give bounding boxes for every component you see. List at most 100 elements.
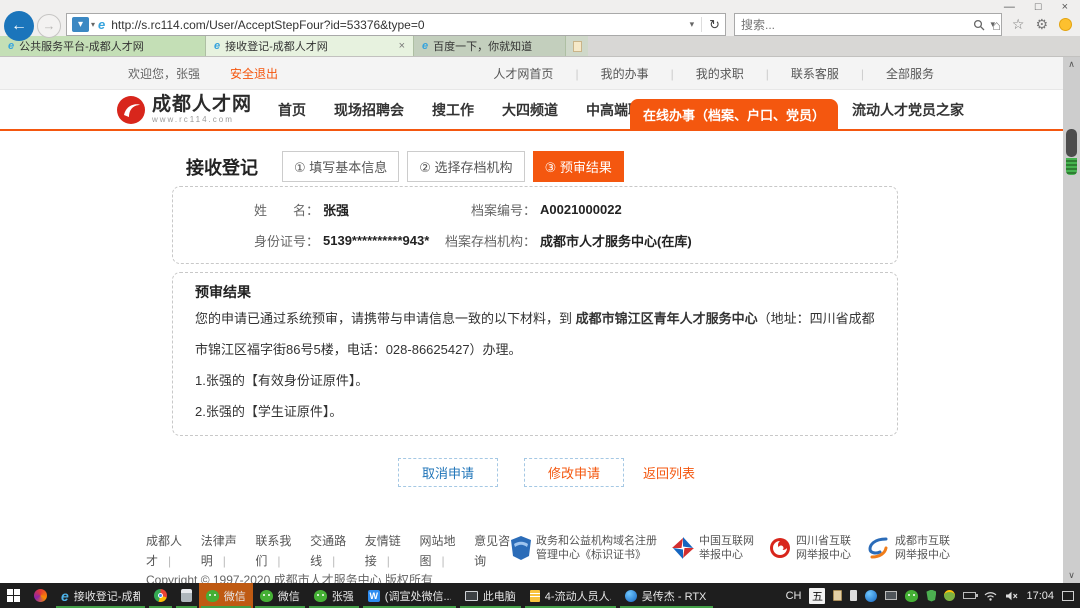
page-scrollbar[interactable]: ∧ ∨ (1063, 57, 1080, 583)
calculator-icon (181, 589, 192, 602)
nav-home[interactable]: 首页 (264, 100, 320, 120)
minimize-icon[interactable]: — (1004, 1, 1015, 13)
tray-display-icon[interactable] (885, 591, 897, 600)
tab-accept-register-active[interactable]: e 接收登记-成都人才网 × (206, 36, 414, 56)
tray-battery-icon[interactable] (963, 592, 976, 599)
language-indicator[interactable]: CH (786, 590, 802, 602)
system-tray: CH 五 17:04 (786, 583, 1080, 608)
footer-link-friends[interactable]: 友情链接 (365, 531, 420, 571)
link-all-services[interactable]: 全部服务 (875, 65, 945, 82)
nav-senior-channel[interactable]: 大四频道 (488, 100, 572, 120)
close-icon[interactable]: × (1062, 1, 1068, 13)
back-to-list-link[interactable]: 返回列表 (643, 463, 695, 482)
footer-link-sitemap[interactable]: 网站地图 (419, 531, 474, 571)
taskbar-app-wechat-zhangqiang[interactable]: 张强 (307, 583, 361, 608)
url-input[interactable] (111, 18, 689, 32)
forward-button[interactable]: → (37, 14, 61, 38)
badge-sichuan-report-center[interactable]: 四川省互联网举报中心 (769, 534, 851, 562)
tab-strip: e 公共服务平台-成都人才网 e 接收登记-成都人才网 × e 百度一下，你就知… (0, 36, 1080, 57)
cancel-application-button[interactable]: 取消申请 (398, 458, 498, 487)
taskbar-app-rtx[interactable]: 吴传杰 - RTX ... (618, 583, 715, 608)
tray-wechat-icon[interactable] (905, 590, 918, 602)
taskbar-app-ie[interactable]: e 接收登记-成都... (54, 583, 147, 608)
tray-antivirus-icon[interactable] (944, 590, 955, 601)
word-doc-icon: W (368, 590, 380, 602)
address-bar[interactable]: ▾ ▾ e ▾ ↻ (66, 13, 726, 36)
maximize-icon[interactable]: □ (1035, 1, 1042, 13)
taskbar-app-calculator[interactable] (174, 583, 199, 608)
clock[interactable]: 17:04 (1026, 590, 1054, 602)
swirl-app-icon (34, 589, 47, 602)
chengdu-report-icon (866, 537, 890, 559)
tray-wifi-icon[interactable] (984, 591, 997, 601)
taskbar-app-this-pc[interactable]: 此电脑 (458, 583, 523, 608)
action-center-icon[interactable] (1062, 591, 1074, 601)
link-my-affairs[interactable]: 我的办事 (590, 65, 685, 82)
logout-link[interactable]: 安全退出 (230, 65, 278, 82)
taskbar-app-chrome[interactable] (147, 583, 174, 608)
modify-application-button[interactable]: 修改申请 (524, 458, 624, 487)
online-services-tab[interactable]: 在线办事（档案、户口、党员） (630, 99, 838, 129)
badge-gov-domain[interactable]: 政务和公益机构域名注册管理中心《标识证书》 (511, 534, 657, 562)
tray-security-shield-icon[interactable] (926, 590, 936, 602)
taskbar-app-swirl[interactable] (27, 583, 54, 608)
tray-app-sphere-icon[interactable] (865, 590, 877, 602)
nav-search-job[interactable]: 搜工作 (418, 100, 488, 120)
back-button[interactable]: ← (4, 11, 34, 41)
action-buttons: 取消申请 修改申请 返回列表 (0, 458, 1080, 487)
taskbar-app-wechat-2[interactable]: 微信 (253, 583, 307, 608)
id-number-value: 5139**********943* (323, 233, 429, 248)
scroll-down-icon[interactable]: ∨ (1063, 568, 1080, 583)
settings-gear-icon[interactable]: ⚙ (1035, 16, 1048, 33)
footer-link-feedback[interactable]: 意见咨询 (474, 531, 511, 571)
site-logo[interactable]: 成都人才网 www.rc114.com (116, 95, 252, 125)
link-my-jobs[interactable]: 我的求职 (685, 65, 780, 82)
wechat-icon (314, 590, 327, 602)
tray-clipboard-icon[interactable] (833, 590, 842, 601)
party-home-link[interactable]: 流动人才党员之家 (852, 100, 964, 120)
search-box[interactable]: ▾ (734, 13, 1002, 36)
tray-volume-muted-icon[interactable] (1005, 591, 1018, 601)
material-item-1: 1.张强的【有效身份证原件】。 (195, 365, 875, 396)
badge-chengdu-report-center[interactable]: 成都市互联网举报中心 (866, 534, 950, 562)
logo-title: 成都人才网 (152, 95, 252, 114)
address-dropdown-icon[interactable]: ▾ (690, 19, 695, 30)
new-tab-button[interactable] (566, 36, 588, 56)
footer-link-talent[interactable]: 成都人才 (146, 531, 201, 571)
scrollbar-thumb[interactable] (1066, 129, 1077, 157)
steps-row: 接收登记 ① 填写基本信息 ② 选择存档机构 ③ 预审结果 (186, 153, 1080, 180)
step-1-basic-info: ① 填写基本信息 (282, 151, 399, 182)
tab-close-icon[interactable]: × (399, 40, 405, 52)
footer-link-traffic[interactable]: 交通路线 (310, 531, 365, 571)
taskbar-app-wechat-active[interactable]: 微信 (199, 583, 253, 608)
badge-china-report-center[interactable]: 中国互联网举报中心 (672, 534, 754, 562)
search-input[interactable] (741, 18, 973, 32)
site-header: 成都人才网 www.rc114.com 首页 现场招聘会 搜工作 大四频道 中高… (0, 90, 1080, 131)
site-action-icon[interactable]: ▾ (72, 17, 89, 32)
start-button[interactable] (0, 583, 27, 608)
nav-job-fair[interactable]: 现场招聘会 (320, 100, 418, 120)
search-icon[interactable] (973, 19, 985, 31)
tab-title: 公共服务平台-成都人才网 (19, 38, 144, 54)
footer-link-legal[interactable]: 法律声明 (201, 531, 256, 571)
home-icon[interactable]: ⌂ (992, 17, 1000, 33)
link-home[interactable]: 人才网首页 (482, 65, 589, 82)
footer-link-contact[interactable]: 联系我们 (255, 531, 310, 571)
scroll-up-icon[interactable]: ∧ (1063, 57, 1080, 72)
archive-org-value: 成都市人才服务中心(在库) (540, 231, 692, 250)
result-title: 预审结果 (195, 281, 875, 303)
ime-indicator[interactable]: 五 (809, 588, 825, 604)
link-contact[interactable]: 联系客服 (780, 65, 875, 82)
favorites-icon[interactable]: ☆ (1012, 16, 1025, 33)
feedback-smiley-icon[interactable] (1059, 18, 1072, 31)
page-footer: 成都人才 法律声明 联系我们 交通路线 友情链接 网站地图 意见咨询 Copyr… (0, 523, 1080, 583)
taskbar-app-wps-doc[interactable]: W (调宣处微信... (361, 583, 458, 608)
dropdown-caret-icon[interactable]: ▾ (91, 20, 95, 29)
tab-public-service[interactable]: e 公共服务平台-成都人才网 (0, 36, 206, 56)
taskbar-app-notepad[interactable]: 4-流动人员人... (523, 583, 618, 608)
refresh-icon[interactable]: ↻ (709, 17, 720, 33)
tray-usb-icon[interactable] (850, 590, 857, 601)
wechat-icon (206, 590, 219, 602)
tab-baidu[interactable]: e 百度一下，你就知道 (414, 36, 566, 56)
footer-left: 成都人才 法律声明 联系我们 交通路线 友情链接 网站地图 意见咨询 Copyr… (146, 531, 511, 583)
